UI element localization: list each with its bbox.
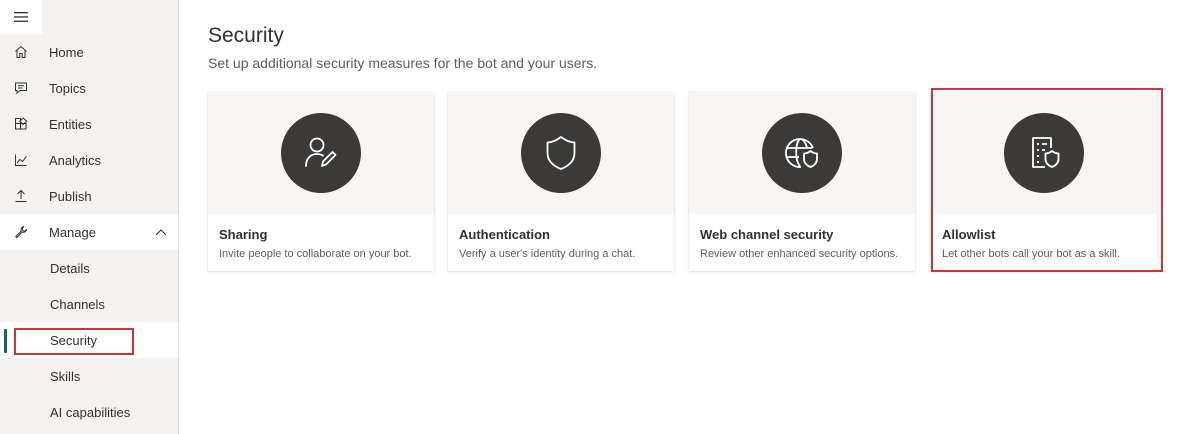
page-title: Security xyxy=(208,24,284,47)
sidebar-item-label: Entities xyxy=(49,116,92,132)
analytics-icon xyxy=(0,142,42,178)
sidebar-item-entities[interactable]: Entities xyxy=(0,106,178,142)
hamburger-icon xyxy=(14,12,28,22)
sidebar-item-topics[interactable]: Topics xyxy=(0,70,178,106)
card-art xyxy=(448,92,674,214)
card-art xyxy=(931,92,1157,214)
sidebar-item-label: Publish xyxy=(49,188,92,204)
sidebar-subitem-label: Skills xyxy=(50,368,81,384)
highlight-box-security xyxy=(14,328,134,355)
page-subtitle: Set up additional security measures for … xyxy=(208,55,598,71)
card-description: Invite people to collaborate on your bot… xyxy=(219,248,412,260)
chat-icon xyxy=(0,70,42,106)
card-title: Web channel security xyxy=(700,227,834,242)
sidebar-item-label: Home xyxy=(49,44,84,60)
card-title: Sharing xyxy=(219,227,268,242)
sidebar-subitem-label: AI capabilities xyxy=(50,404,131,420)
active-indicator xyxy=(4,329,7,353)
publish-icon xyxy=(0,178,42,214)
chevron-up-icon[interactable] xyxy=(154,226,168,238)
shield-icon xyxy=(546,136,576,170)
person-edit-icon xyxy=(305,137,337,167)
globe-shield-icon xyxy=(785,138,818,168)
sidebar-item-label: Manage xyxy=(49,224,96,240)
wrench-icon xyxy=(0,214,42,250)
sidebar-subitem-details[interactable]: Details xyxy=(0,250,178,286)
card-art xyxy=(689,92,915,214)
sidebar-subitem-ai-capabilities[interactable]: AI capabilities xyxy=(0,394,178,430)
app-root: Home Topics Entities Analytics Publish M… xyxy=(0,0,1182,434)
sidebar-item-analytics[interactable]: Analytics xyxy=(0,142,178,178)
sidebar-item-publish[interactable]: Publish xyxy=(0,178,178,214)
card-title: Authentication xyxy=(459,227,550,242)
card-description: Let other bots call your bot as a skill. xyxy=(942,248,1120,260)
card-art xyxy=(208,92,434,214)
home-icon xyxy=(0,34,42,70)
entities-icon xyxy=(0,106,42,142)
card-sharing[interactable]: Sharing Invite people to collaborate on … xyxy=(208,92,434,271)
card-web-channel-security[interactable]: Web channel security Review other enhanc… xyxy=(689,92,915,271)
card-allowlist[interactable]: Allowlist Let other bots call your bot a… xyxy=(931,92,1157,271)
sidebar-subitem-skills[interactable]: Skills xyxy=(0,358,178,394)
menu-toggle-button[interactable] xyxy=(0,0,42,34)
sidebar-item-manage[interactable]: Manage xyxy=(0,214,178,250)
card-description: Verify a user's identity during a chat. xyxy=(459,248,636,260)
icon-circle xyxy=(762,113,842,193)
icon-circle xyxy=(281,113,361,193)
sidebar-subitem-channels[interactable]: Channels xyxy=(0,286,178,322)
sidebar: Home Topics Entities Analytics Publish M… xyxy=(0,0,179,434)
card-authentication[interactable]: Authentication Verify a user's identity … xyxy=(448,92,674,271)
sidebar-item-home[interactable]: Home xyxy=(0,34,178,70)
sidebar-item-label: Analytics xyxy=(49,152,102,168)
icon-circle xyxy=(521,113,601,193)
card-description: Review other enhanced security options. xyxy=(700,248,899,260)
icon-circle xyxy=(1004,113,1084,193)
sidebar-subitem-label: Details xyxy=(50,260,90,276)
sidebar-item-label: Topics xyxy=(49,80,86,96)
sidebar-subitem-label: Channels xyxy=(50,296,105,312)
list-shield-icon xyxy=(1032,137,1060,168)
card-title: Allowlist xyxy=(942,227,996,242)
